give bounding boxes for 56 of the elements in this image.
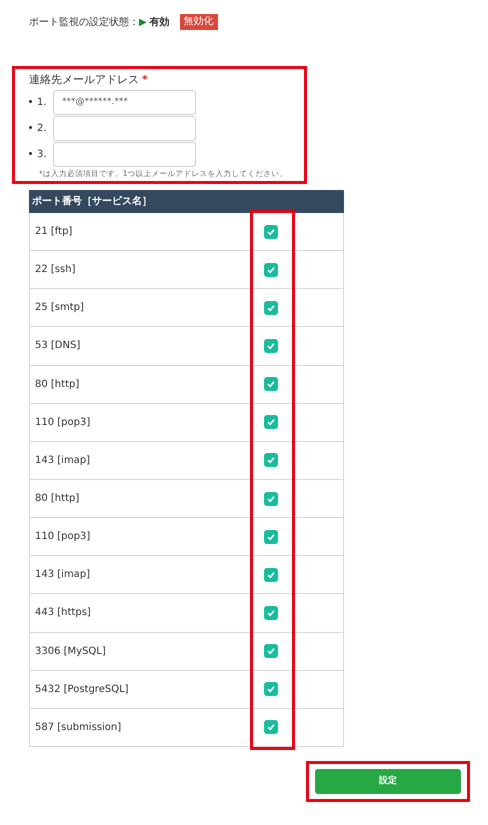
submit-button[interactable]: 設定 xyxy=(315,768,461,794)
checkbox[interactable] xyxy=(264,338,278,353)
email-input[interactable] xyxy=(53,116,196,140)
email-label: 連絡先メールアドレス xyxy=(29,72,139,88)
checkbox[interactable] xyxy=(264,415,278,430)
check-icon xyxy=(267,647,275,656)
check-icon xyxy=(267,456,275,464)
port-label: 80 [http] xyxy=(34,378,80,392)
port-label: 5432 [PostgreSQL] xyxy=(34,682,130,697)
checkbox[interactable] xyxy=(264,492,278,506)
check-icon xyxy=(267,266,275,274)
checkbox[interactable] xyxy=(264,568,278,582)
checkbox[interactable] xyxy=(264,606,278,620)
port-label: 143 [imap] xyxy=(34,454,92,468)
check-icon xyxy=(267,228,275,236)
port-label: 53 [DNS] xyxy=(34,339,82,354)
checkbox[interactable] xyxy=(264,377,278,392)
check-icon xyxy=(267,608,275,617)
check-icon xyxy=(267,532,275,541)
status-value: 有効 xyxy=(150,16,170,30)
checkbox[interactable] xyxy=(264,262,278,277)
check-icon xyxy=(267,494,275,503)
check-icon xyxy=(267,304,275,312)
check-icon xyxy=(267,685,275,694)
checkbox[interactable] xyxy=(264,644,278,658)
disable-button[interactable]: 無効化 xyxy=(180,14,218,30)
table-header: ポート番号［サービス名］ xyxy=(29,190,344,213)
port-label: 21 [ftp] xyxy=(34,225,74,240)
play-icon: ▶ xyxy=(139,14,147,30)
checkbox[interactable] xyxy=(264,453,278,468)
port-label: 22 [ssh] xyxy=(34,263,76,278)
port-label: 443 [https] xyxy=(34,606,92,620)
port-label: 80 [http] xyxy=(34,492,80,506)
email-input[interactable] xyxy=(53,142,196,166)
checkbox[interactable] xyxy=(264,682,278,696)
check-icon xyxy=(267,723,275,732)
check-icon xyxy=(267,418,275,426)
email-input[interactable]: ***@******.*** xyxy=(53,90,196,114)
port-label: 587 [submission] xyxy=(34,720,122,735)
port-label: 25 [smtp] xyxy=(34,301,85,316)
port-label: 110 [pop3] xyxy=(34,416,92,430)
status-label: ポート監視の設定状態： xyxy=(29,16,139,30)
list-number: 3. xyxy=(29,146,53,162)
required-mark: * xyxy=(142,72,148,88)
checkbox[interactable] xyxy=(264,300,278,315)
checkbox[interactable] xyxy=(264,530,278,544)
port-label: 143 [imap] xyxy=(34,568,92,582)
list-number: 2. xyxy=(29,120,53,136)
port-label: 110 [pop3] xyxy=(34,530,92,544)
check-icon xyxy=(267,342,275,350)
checkbox[interactable] xyxy=(264,224,278,239)
port-label: 3306 [MySQL] xyxy=(34,644,107,659)
list-number: 1. xyxy=(29,94,53,110)
check-icon xyxy=(267,380,275,388)
checkbox[interactable] xyxy=(264,720,278,734)
check-icon xyxy=(267,570,275,579)
